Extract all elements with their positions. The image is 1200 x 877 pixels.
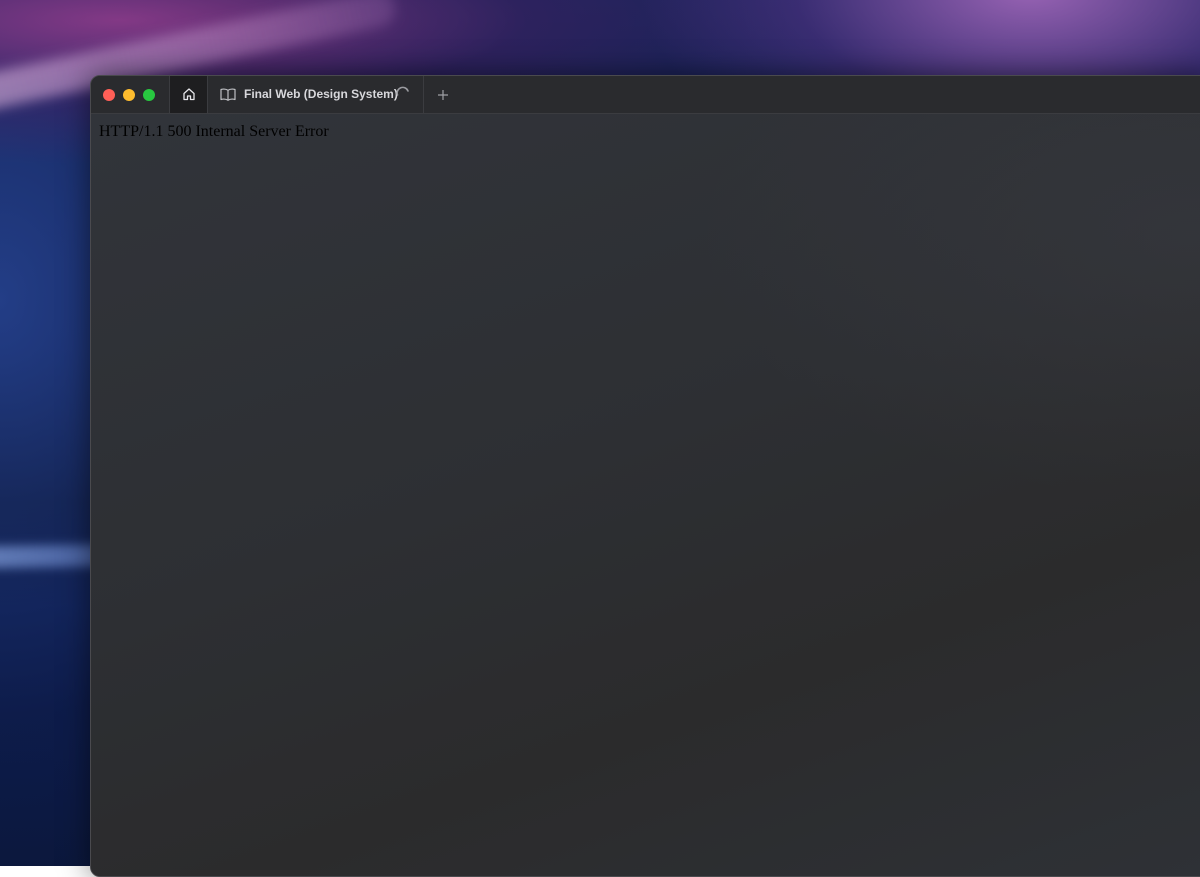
book-icon	[220, 88, 236, 101]
maximize-window-button[interactable]	[143, 89, 155, 101]
tab-label: Final Web (Design System)	[244, 87, 398, 101]
tab-final-web[interactable]: Final Web (Design System)	[208, 76, 424, 113]
home-icon	[183, 88, 195, 101]
plus-icon	[438, 90, 448, 100]
loading-spinner-icon	[396, 86, 409, 96]
title-bar: Final Web (Design System)	[91, 76, 1200, 114]
minimize-window-button[interactable]	[123, 89, 135, 101]
page-content: HTTP/1.1 500 Internal Server Error	[91, 114, 1200, 876]
browser-window: Final Web (Design System) HTTP/1.1 500 I…	[90, 75, 1200, 877]
new-tab-button[interactable]	[431, 84, 455, 106]
tab-home[interactable]	[169, 76, 208, 113]
close-window-button[interactable]	[103, 89, 115, 101]
error-message: HTTP/1.1 500 Internal Server Error	[99, 123, 329, 140]
